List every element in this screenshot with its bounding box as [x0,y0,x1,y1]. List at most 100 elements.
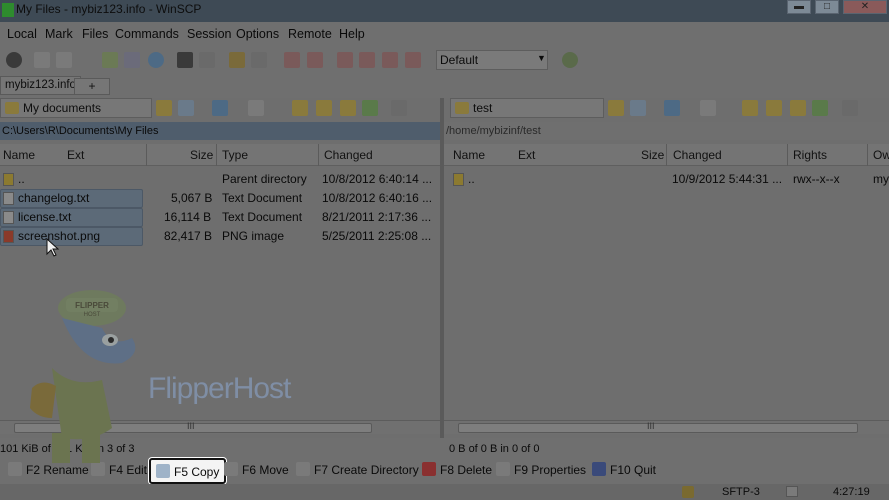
root-dir-icon[interactable] [766,100,782,116]
back-arrow-icon[interactable] [212,100,228,116]
remote-location-combo[interactable]: test [450,98,604,118]
menu-session[interactable]: Session [187,27,231,41]
menu-files[interactable]: Files [82,27,108,41]
copy-button[interactable]: F5 Copy [149,458,227,484]
table-row[interactable]: screenshot.png 82,417 B PNG image 5/25/2… [0,227,440,246]
file-type: Text Document [222,210,303,224]
compare-icon[interactable] [34,52,50,68]
queue-icon[interactable] [229,52,245,68]
col-changed[interactable]: Changed [673,148,722,162]
menu-local[interactable]: Local [7,27,37,41]
col-name[interactable]: Name [453,148,485,162]
properties-icon [496,462,510,476]
invert-selection-icon[interactable] [359,52,375,68]
preferences-icon[interactable] [251,52,267,68]
winscp-window: My Files - mybiz123.info - WinSCP ▬ □ ✕ … [0,0,889,500]
local-location-combo[interactable]: My documents [0,98,152,118]
sync-browse-icon[interactable] [56,52,72,68]
home-icon[interactable] [790,100,806,116]
parent-dir-icon[interactable] [742,100,758,116]
refresh-icon[interactable] [148,52,164,68]
gear-icon[interactable] [6,52,22,68]
file-type: PNG image [222,229,285,243]
file-name: changelog.txt [18,191,90,205]
scroll-thumb[interactable] [458,423,858,433]
filter-view-icon[interactable] [630,100,646,116]
new-tab-button[interactable]: + [74,78,110,95]
table-row[interactable]: .. 10/9/2012 5:44:31 ... rwx--x--x my [444,170,889,189]
tab-session[interactable]: mybiz123.info [0,76,81,95]
quit-label: F10 Quit [610,463,657,477]
file-size: 82,417 B [164,229,213,243]
minimize-button[interactable]: ▬ [787,0,811,14]
file-size: 5,067 B [171,191,213,205]
copy-icon [156,464,170,478]
transfer-settings-select[interactable]: Default ▼ [436,50,548,70]
remote-horizontal-scrollbar[interactable]: III [444,420,889,434]
col-size[interactable]: Size [190,148,213,162]
menu-remote[interactable]: Remote [288,27,332,41]
open-folder-icon[interactable] [608,100,624,116]
menu-help[interactable]: Help [339,27,365,41]
move-button[interactable]: F6 Move [224,462,289,477]
filter-icon[interactable] [337,52,353,68]
console-icon[interactable] [177,52,193,68]
svg-text:HOST: HOST [84,312,101,318]
globe-icon[interactable] [562,52,578,68]
forward-arrow-icon[interactable] [700,100,716,116]
menu-bar: Local Mark Files Commands Session Option… [0,24,889,46]
quit-button[interactable]: F10 Quit [592,462,656,477]
root-dir-icon[interactable] [316,100,332,116]
text-file-icon [3,192,14,205]
parent-dir-icon[interactable] [292,100,308,116]
keep-up-to-date-icon[interactable] [124,52,140,68]
col-name[interactable]: Name [3,148,35,162]
file-owner: my [873,172,889,186]
window-title: My Files - mybiz123.info - WinSCP [16,2,202,16]
col-rights[interactable]: Rights [793,148,827,162]
select-plus-icon[interactable] [284,52,300,68]
maximize-button[interactable]: □ [815,0,839,14]
table-row[interactable]: changelog.txt 5,067 B Text Document 10/8… [0,189,440,208]
col-changed[interactable]: Changed [324,148,373,162]
flipper-mascot-logo: FLIPPER HOST [30,290,136,463]
filter-view-icon[interactable] [178,100,194,116]
remote-path: /home/mybizinf/test [444,122,889,140]
select-all-icon[interactable] [405,52,421,68]
refresh-pane-icon[interactable] [812,100,828,116]
remote-location: test [473,101,493,115]
svg-text:FLIPPER: FLIPPER [75,301,109,310]
flipperhost-watermark: FlipperHost [148,370,308,412]
col-ext[interactable]: Ext [518,148,535,162]
table-row[interactable]: license.txt 16,114 B Text Document 8/21/… [0,208,440,227]
parent-directory-icon [3,173,14,186]
rename-icon [8,462,22,476]
col-ext[interactable]: Ext [67,148,84,162]
close-button[interactable]: ✕ [843,0,887,14]
forward-arrow-icon[interactable] [248,100,264,116]
file-type: Text Document [222,191,303,205]
create-directory-button[interactable]: F7 Create Directory [296,462,419,477]
col-type[interactable]: Type [222,148,248,162]
back-arrow-icon[interactable] [664,100,680,116]
synchronize-icon[interactable] [102,52,118,68]
properties-button[interactable]: F9 Properties [496,462,586,477]
refresh-pane-icon[interactable] [362,100,378,116]
tree-icon[interactable] [842,100,858,116]
select-minus-icon[interactable] [307,52,323,68]
file-name: .. [468,172,475,186]
local-path: C:\Users\R\Documents\My Files [0,122,440,140]
menu-options[interactable]: Options [236,27,279,41]
open-folder-icon[interactable] [156,100,172,116]
table-row[interactable]: .. Parent directory 10/8/2012 6:40:14 ..… [0,170,440,189]
copy-label: F5 Copy [174,465,220,479]
clear-selection-icon[interactable] [382,52,398,68]
col-size[interactable]: Size [641,148,664,162]
home-icon[interactable] [340,100,356,116]
tree-icon[interactable] [391,100,407,116]
putty-icon[interactable] [199,52,215,68]
menu-mark[interactable]: Mark [45,27,73,41]
col-owner[interactable]: Ow [873,148,889,162]
delete-button[interactable]: F8 Delete [422,462,492,477]
menu-commands[interactable]: Commands [115,27,179,41]
